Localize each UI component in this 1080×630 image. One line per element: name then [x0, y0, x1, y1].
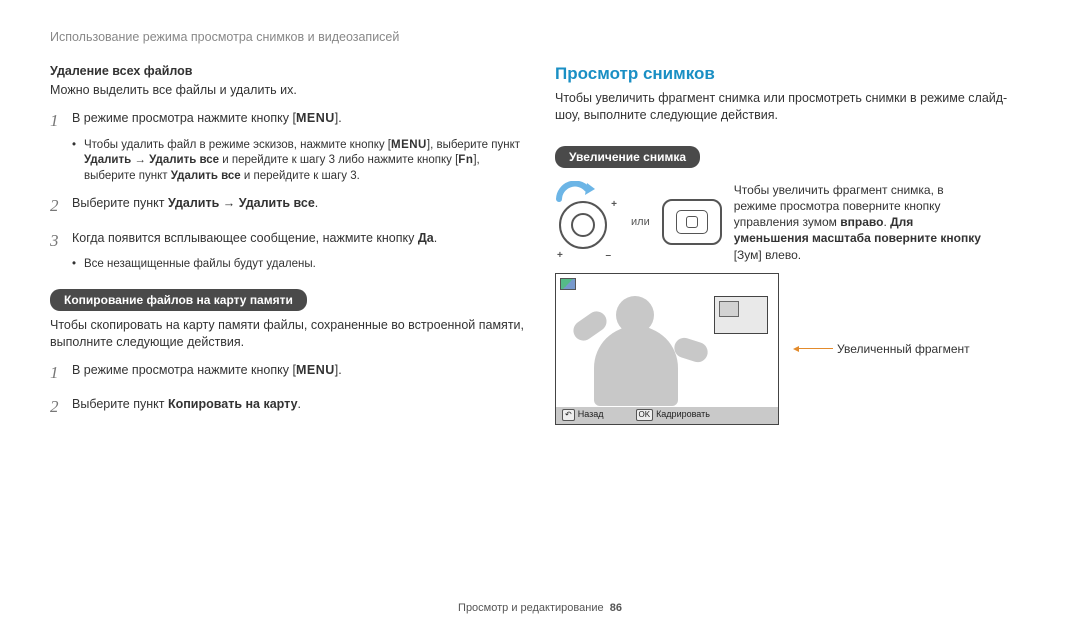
bold: Удалить все [171, 170, 241, 182]
bold: Удалить все [239, 196, 315, 210]
step-number: 1 [50, 361, 72, 386]
arrow: → [219, 196, 238, 210]
bold: Да [418, 231, 434, 245]
fn-label: Fn [458, 154, 473, 166]
pill-zoom: Увеличение снимка [555, 146, 700, 168]
step-number: 1 [50, 109, 72, 134]
bold: вправо [840, 215, 883, 229]
t: . [434, 231, 437, 245]
zoom-instruction: Чтобы увеличить фрагмент снимка, в режим… [734, 182, 984, 263]
ok-key-icon: OK [636, 409, 654, 421]
preview-bottom-bar: ↶Назад OKКадрировать [556, 407, 778, 424]
zoom-inset [714, 296, 768, 334]
or-label: или [631, 216, 650, 228]
rotation-arrow-icon [553, 181, 597, 203]
t: . [298, 397, 301, 411]
step-number: 3 [50, 229, 72, 254]
delete-step1-bullet: Чтобы удалить файл в режиме эскизов, наж… [72, 138, 525, 185]
menu-label: MENU [296, 111, 335, 125]
bar-back-label: Назад [578, 409, 604, 419]
t: Выберите пункт [72, 196, 168, 210]
view-intro: Чтобы увеличить фрагмент снимка или прос… [555, 90, 1030, 124]
copy-step-2: 2 Выберите пункт Копировать на карту. [50, 395, 525, 420]
col-left: Удаление всех файлов Можно выделить все … [50, 64, 525, 602]
t: [Зум] влево. [734, 248, 801, 262]
section-title-view: Просмотр снимков [555, 64, 1030, 84]
bold: Удалить [84, 154, 131, 166]
pill-copy-files: Копирование файлов на карту памяти [50, 289, 307, 311]
step-number: 2 [50, 395, 72, 420]
delete-step-3: 3 Когда появится всплывающее сообщение, … [50, 229, 525, 254]
menu-label: MENU [391, 139, 427, 151]
footer-section: Просмотр и редактирование [458, 602, 604, 614]
t: и перейдите к шагу 3. [241, 170, 360, 182]
leader-line [799, 348, 833, 349]
copy-intro: Чтобы скопировать на карту памяти файлы,… [50, 317, 525, 351]
t: и перейдите к шагу 3 либо нажмите кнопку… [219, 154, 458, 166]
t: В режиме просмотра нажмите кнопку [ [72, 363, 296, 377]
page-footer: Просмотр и редактирование 86 [50, 602, 1030, 620]
bold: Копировать на карту [168, 397, 298, 411]
bar-crop-label: Кадрировать [656, 409, 710, 419]
callout-leader: Увеличенный фрагмент [799, 342, 1030, 356]
delete-step3-bullet: Все незащищенные файлы будут удалены. [72, 257, 525, 273]
heading-delete-all: Удаление всех файлов [50, 64, 525, 78]
page-header: Использование режима просмотра снимков и… [50, 30, 1030, 44]
dpad-icon [662, 199, 722, 245]
bold: Удалить [168, 196, 219, 210]
delete-step-2: 2 Выберите пункт Удалить → Удалить все. [50, 194, 525, 219]
t: Когда появится всплывающее сообщение, на… [72, 231, 418, 245]
t: ], выберите пункт [427, 139, 520, 151]
menu-label: MENU [296, 363, 335, 377]
zoom-controls-row: + – + или Чтобы увеличить фрагмент снимк… [555, 182, 1030, 263]
step1-text-post: ]. [335, 111, 342, 125]
arrow: → [131, 154, 149, 166]
delete-intro: Можно выделить все файлы и удалить их. [50, 82, 525, 99]
footer-page: 86 [610, 602, 622, 614]
back-key-icon: ↶ [562, 409, 575, 421]
copy-step-1: 1 В режиме просмотра нажмите кнопку [MEN… [50, 361, 525, 386]
callout-text: Увеличенный фрагмент [837, 342, 970, 356]
bold: Удалить все [149, 154, 219, 166]
preview-screen: ↶Назад OKКадрировать [555, 273, 779, 425]
step1-text-pre: В режиме просмотра нажмите кнопку [ [72, 111, 296, 125]
t: . [315, 196, 318, 210]
col-right: Просмотр снимков Чтобы увеличить фрагмен… [555, 64, 1030, 602]
silhouette-figure [572, 296, 702, 406]
step-number: 2 [50, 194, 72, 219]
picture-mode-icon [560, 278, 576, 290]
t: Чтобы удалить файл в режиме эскизов, наж… [84, 139, 391, 151]
t: ]. [335, 363, 342, 377]
zoom-wheel-icon: + – + [555, 185, 619, 259]
delete-step-1: 1 В режиме просмотра нажмите кнопку [MEN… [50, 109, 525, 134]
t: Выберите пункт [72, 397, 168, 411]
